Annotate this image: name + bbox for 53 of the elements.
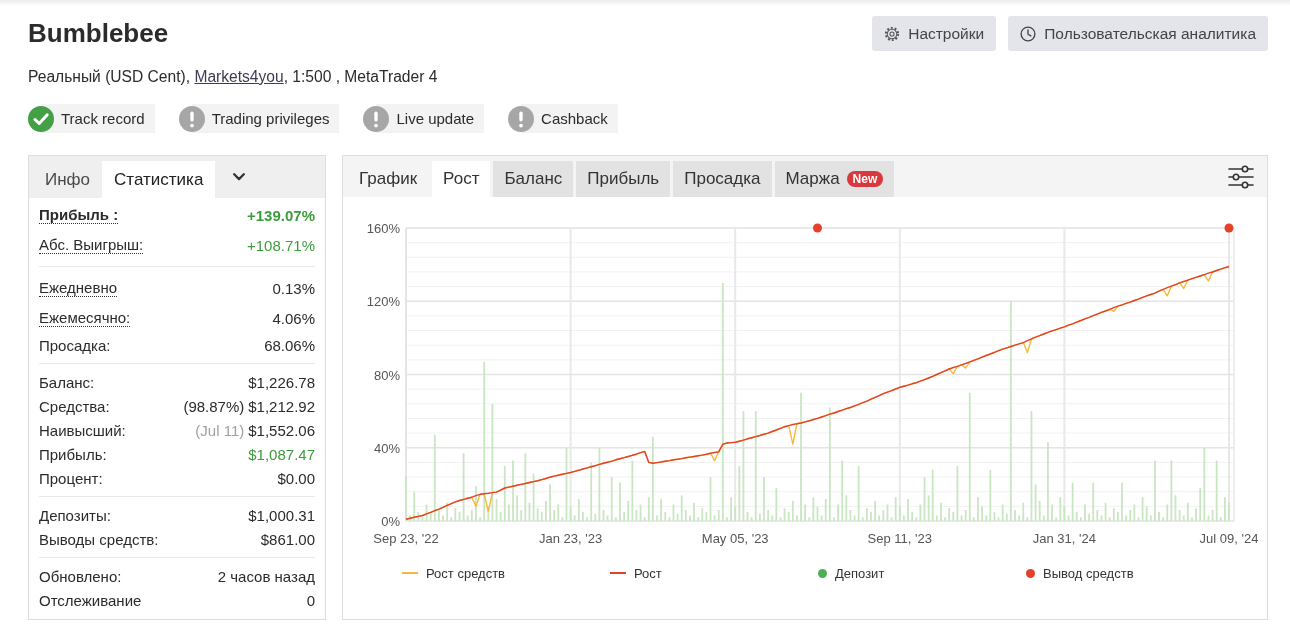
stat-value: 2 часов назад <box>217 567 315 585</box>
stat-label: Просадка: <box>39 336 111 354</box>
stat-label: Отслеживание <box>39 591 142 609</box>
stat-value: $861.00 <box>260 530 315 548</box>
stat-label: Ежемесячно: <box>39 309 131 327</box>
stat-label: Абс. Выигрыш: <box>39 236 144 254</box>
stat-value: +139.07% <box>247 206 315 224</box>
stat-value: $1,552.06 <box>248 421 315 439</box>
stat-value: 0 <box>306 591 315 609</box>
stat-label: Прибыль : <box>39 206 119 224</box>
stat-value: 4.06% <box>272 309 315 327</box>
stat-value: $1,226.78 <box>248 373 315 391</box>
stat-label: Ежедневно <box>39 279 118 297</box>
y-axis-label: 120% <box>366 294 400 310</box>
x-axis-label: May 05, '23 <box>701 531 769 546</box>
stat-label: Наивысший: <box>39 421 126 439</box>
x-axis-label: Sep 23, '22 <box>373 531 439 546</box>
badge-label: Live update <box>396 110 475 127</box>
stat-note: (98.87%) <box>183 397 245 415</box>
account-title: Bumblebee <box>28 17 169 50</box>
x-axis-label: Sep 11, '23 <box>867 531 932 546</box>
stat-label: Средства: <box>39 397 110 415</box>
badge-label: Track record <box>61 110 145 127</box>
x-axis-label: Jul 09, '24 <box>1199 531 1259 546</box>
legend-label: Рост средств <box>426 565 505 581</box>
x-axis-label: Jan 23, '23 <box>539 531 603 546</box>
stat-value: $1,087.47 <box>248 445 315 463</box>
y-axis-label: 160% <box>366 221 400 236</box>
y-axis-label: 40% <box>373 440 400 456</box>
stat-label: Баланс: <box>39 373 95 391</box>
stat-note: (Jul 11) <box>195 421 245 439</box>
new-badge: New <box>846 171 884 187</box>
stat-value: 0.13% <box>272 279 315 297</box>
stat-label: Процент: <box>39 469 103 487</box>
stat-value: $1,212.92 <box>248 397 315 415</box>
account-details: Реальный (USD Cent), Markets4you, 1:500 , MetaTrader 4 <box>28 67 438 87</box>
badge-label: Cashback <box>541 110 608 127</box>
stat-value: +108.71% <box>247 236 315 254</box>
stat-label: Прибыль: <box>39 445 107 463</box>
stat-value: $0.00 <box>277 469 315 487</box>
legend-label: Депозит <box>835 565 885 581</box>
y-axis-label: 80% <box>373 367 400 383</box>
y-axis-label: 0% <box>381 514 400 529</box>
stat-label: Депозиты: <box>39 506 111 524</box>
stat-label: Выводы средств: <box>39 530 159 548</box>
chart-section-label: График <box>359 168 418 190</box>
stat-value: $1,000.31 <box>248 506 315 524</box>
legend-label: Рост <box>634 565 662 581</box>
stat-label: Обновлено: <box>39 567 122 585</box>
badge-label: Trading privileges <box>211 110 330 127</box>
stat-value: 68.06% <box>264 336 315 354</box>
x-axis-label: Jan 31, '24 <box>1032 531 1096 546</box>
legend-label: Вывод средств <box>1043 565 1134 581</box>
